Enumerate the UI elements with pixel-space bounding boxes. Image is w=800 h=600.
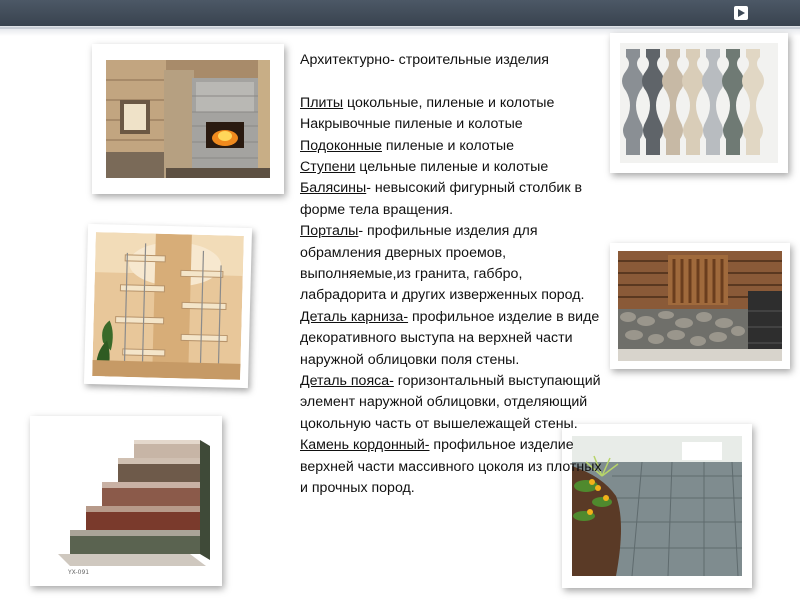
top-title-bar: [0, 0, 800, 26]
item-term: Балясины: [300, 180, 367, 197]
list-item: Порталы- профильные изделия для обрамлен…: [300, 221, 608, 307]
stairs-caption: YX-091: [67, 569, 89, 576]
slide-text: Архитектурно- строительные изделия Плиты…: [300, 50, 608, 500]
item-text: Накрывочные пиленые и колотые: [300, 116, 523, 133]
heading-spacer: [300, 71, 608, 92]
item-text: цельные пиленые и колотые: [355, 159, 549, 176]
balusters-photo: [610, 33, 788, 173]
item-term: Подоконные: [300, 137, 382, 154]
item-term: Плиты: [300, 94, 344, 111]
list-item: Деталь пояса- горизонтальный выступающий…: [300, 371, 608, 435]
stone-base-house-photo: [610, 243, 790, 369]
list-item: Плиты цокольные, пиленые и колотые: [300, 93, 608, 114]
spiral-staircase-photo: [83, 223, 253, 389]
item-term: Порталы: [300, 223, 359, 240]
list-item: Деталь карниза- профильное изделие в вид…: [300, 307, 608, 371]
item-term: Деталь карниза-: [300, 308, 409, 325]
slide-heading: Архитектурно- строительные изделия: [300, 52, 549, 68]
fireplace-photo: [92, 44, 284, 194]
list-item: Камень кордонный- профильное изделие вер…: [300, 435, 608, 499]
item-term: Ступени: [300, 159, 356, 176]
item-text: пиленые и колотые: [381, 137, 514, 154]
stone-steps-photo: YX-091: [30, 416, 222, 586]
next-arrow-icon: [734, 6, 748, 20]
list-item: Подоконные пиленые и колотые: [300, 136, 608, 157]
list-item: Ступени цельные пиленые и колотые: [300, 157, 608, 178]
top-bar-accent-line: [0, 27, 800, 29]
item-term: Камень кордонный-: [300, 437, 430, 454]
list-item: Балясины- невысокий фигурный столбик в ф…: [300, 178, 608, 221]
item-term: Деталь пояса-: [300, 373, 394, 390]
list-item: Накрывочные пиленые и колотые: [300, 114, 608, 135]
item-text: цокольные, пиленые и колотые: [343, 94, 555, 111]
